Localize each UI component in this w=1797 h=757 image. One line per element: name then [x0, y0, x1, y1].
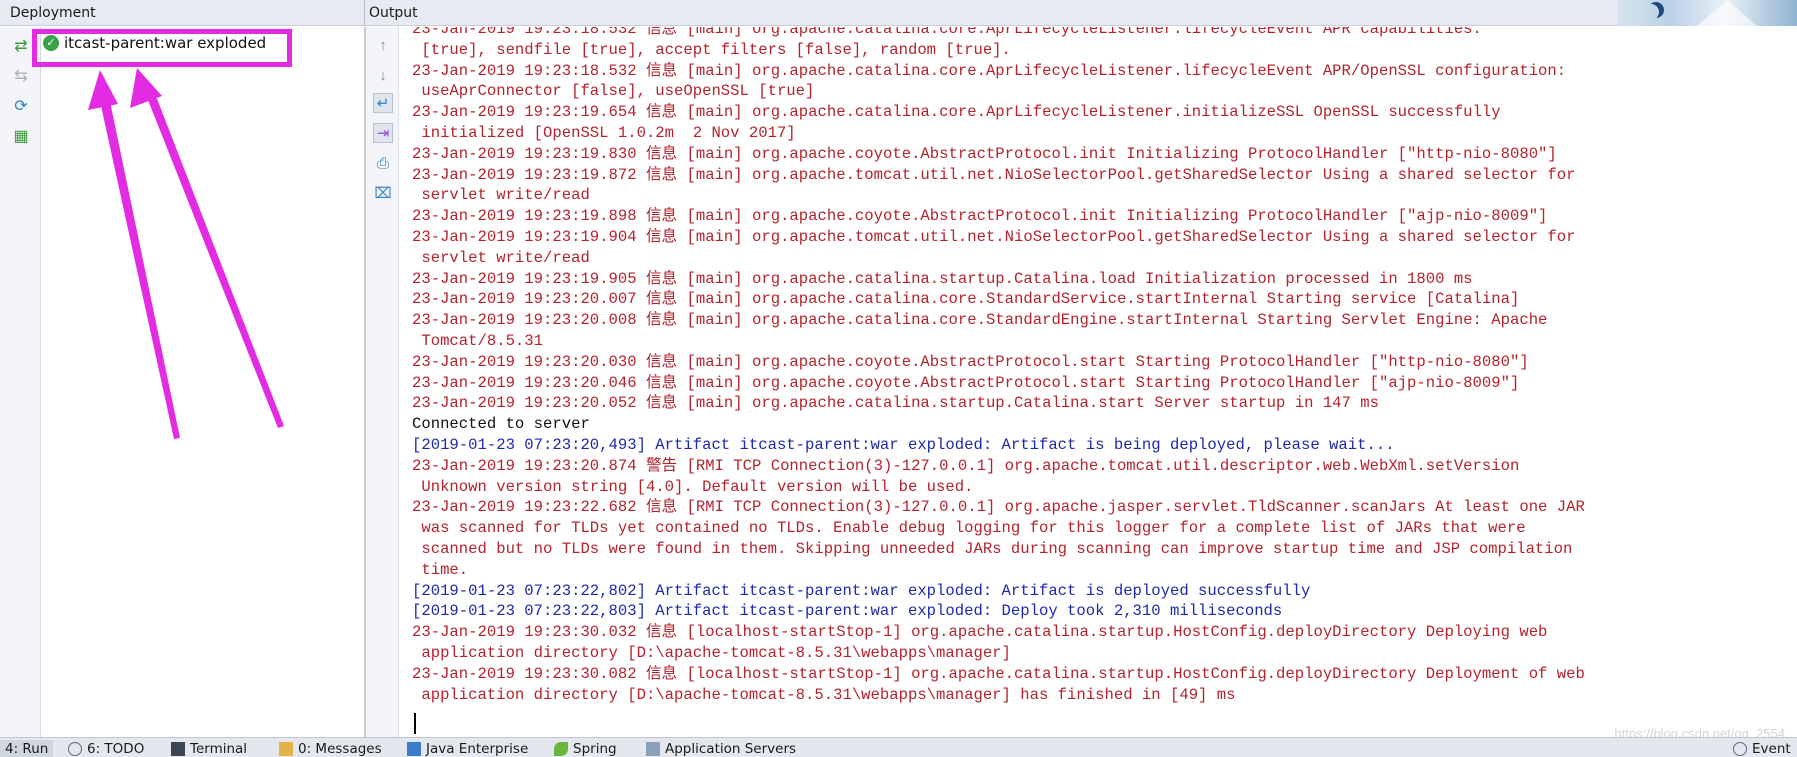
soft-wrap-icon[interactable]: ↵ [373, 93, 393, 113]
console-line: 23-Jan-2019 19:23:20.046 信息 [main] org.a… [412, 373, 1520, 392]
console-line: 23-Jan-2019 19:23:20.030 信息 [main] org.a… [412, 352, 1529, 371]
console-line: [2019-01-23 07:23:22,802] Artifact itcas… [412, 581, 1311, 600]
todo-icon [68, 741, 82, 756]
console-line: servlet write/read [412, 186, 590, 205]
deployment-toolbar: ⇄ ⇆ ⟳ ▦ [0, 27, 41, 737]
console-line: 23-Jan-2019 19:23:22.682 信息 [RMI TCP Con… [412, 498, 1585, 517]
annotation-highlight-box [32, 29, 292, 67]
print-icon[interactable]: ⎙ [373, 153, 393, 173]
console-line: 23-Jan-2019 19:23:30.032 信息 [localhost-s… [412, 623, 1548, 642]
tab-java-enterprise[interactable]: Java Enterprise [407, 740, 528, 757]
java-enterprise-tab-label: Java Enterprise [426, 740, 529, 757]
tab-terminal[interactable]: Terminal [171, 740, 247, 757]
console-line: initialized [OpenSSL 1.0.2m 2 Nov 2017] [412, 123, 796, 142]
console-line: application directory [D:\apache-tomcat-… [412, 685, 1236, 704]
messages-tab-label: 0: Messages [298, 740, 382, 757]
deployment-list [42, 27, 364, 737]
application-servers-icon [646, 741, 660, 756]
console-line: 23-Jan-2019 19:23:19.898 信息 [main] org.a… [412, 207, 1548, 226]
tab-spring[interactable]: Spring [554, 740, 617, 757]
output-console[interactable]: 23-Jan-2019 19:23:18.532 信息 [main] org.a… [400, 27, 1797, 737]
console-line: 23-Jan-2019 19:23:19.872 信息 [main] org.a… [412, 165, 1576, 184]
output-title: Output [369, 5, 418, 21]
console-lines: 23-Jan-2019 19:23:18.532 信息 [main] org.a… [412, 27, 1797, 705]
console-line: 23-Jan-2019 19:23:18.532 信息 [main] org.a… [412, 61, 1567, 80]
console-line: [true], sendfile [true], accept filters … [412, 40, 1011, 59]
scroll-up-icon[interactable]: ↑ [373, 35, 393, 55]
tab-application-servers[interactable]: Application Servers [646, 740, 796, 757]
tab-messages[interactable]: 0: Messages [279, 740, 382, 757]
run-tab-label: 4: Run [5, 740, 49, 757]
deploy-all-icon[interactable]: ⇄ [11, 37, 31, 57]
crystal-icon [1697, 0, 1757, 26]
console-line: servlet write/read [412, 248, 590, 267]
scroll-to-end-icon[interactable]: ⇥ [373, 123, 393, 143]
console-line: 23-Jan-2019 19:23:20.052 信息 [main] org.a… [412, 394, 1379, 413]
console-line: 23-Jan-2019 19:23:20.874 警告 [RMI TCP Con… [412, 456, 1520, 475]
tab-todo[interactable]: 6: TODO [68, 740, 144, 757]
decorative-logo-image [1617, 0, 1797, 26]
console-line: Connected to server [412, 415, 590, 434]
console-line: 23-Jan-2019 19:23:19.905 信息 [main] org.a… [412, 269, 1473, 288]
scroll-down-icon[interactable]: ↓ [373, 65, 393, 85]
console-line: 23-Jan-2019 19:23:19.904 信息 [main] org.a… [412, 227, 1576, 246]
console-line: 23-Jan-2019 19:23:30.082 信息 [localhost-s… [412, 664, 1585, 683]
event-log-icon [1733, 741, 1747, 756]
todo-tab-label: 6: TODO [87, 740, 145, 757]
undeploy-icon[interactable]: ⇆ [11, 67, 31, 87]
terminal-icon [171, 741, 185, 756]
deployment-title: Deployment [10, 5, 96, 21]
console-line: Tomcat/8.5.31 [412, 331, 544, 350]
tool-window-bar: 4: Run 6: TODO Terminal 0: Messages Java… [0, 737, 1797, 757]
text-caret [414, 713, 416, 734]
console-line: useAprConnector [false], useOpenSSL [tru… [412, 82, 815, 101]
java-enterprise-icon [407, 741, 421, 756]
event-log-tab-label: Event [1752, 740, 1791, 757]
console-line: 23-Jan-2019 19:23:19.830 信息 [main] org.a… [412, 144, 1557, 163]
moon-icon [1643, 4, 1659, 20]
console-line: [2019-01-23 07:23:20,493] Artifact itcas… [412, 435, 1395, 454]
console-line: 23-Jan-2019 19:23:20.008 信息 [main] org.a… [412, 311, 1548, 330]
console-line: 23-Jan-2019 19:23:20.007 信息 [main] org.a… [412, 290, 1520, 309]
console-line: [2019-01-23 07:23:22,803] Artifact itcas… [412, 602, 1283, 621]
console-line: 23-Jan-2019 19:23:18.532 信息 [main] org.a… [412, 27, 1482, 38]
console-line: 23-Jan-2019 19:23:19.654 信息 [main] org.a… [412, 103, 1501, 122]
header-divider [364, 0, 365, 26]
tab-run[interactable]: 4: Run [0, 740, 54, 757]
console-line: scanned but no TLDs were found in them. … [412, 539, 1573, 558]
console-line: time. [412, 560, 469, 579]
console-line: application directory [D:\apache-tomcat-… [412, 643, 1011, 662]
deploy-settings-icon[interactable]: ▦ [11, 127, 31, 147]
spring-tab-label: Spring [573, 740, 617, 757]
messages-icon [279, 741, 293, 756]
tab-event-log[interactable]: Event [1733, 740, 1791, 757]
console-line: Unknown version string [4.0]. Default ve… [412, 477, 974, 496]
spring-leaf-icon [554, 741, 568, 756]
output-toolbar: ↑ ↓ ↵ ⇥ ⎙ ⌧ [366, 27, 399, 737]
watermark: https://blog.csdn.net/qq_2554 [1614, 726, 1785, 737]
terminal-tab-label: Terminal [190, 740, 248, 757]
tool-window-header: Deployment Output [0, 0, 1797, 26]
refresh-icon[interactable]: ⟳ [11, 97, 31, 117]
console-line: was scanned for TLDs yet contained no TL… [412, 519, 1526, 538]
application-servers-tab-label: Application Servers [665, 740, 797, 757]
clear-all-icon[interactable]: ⌧ [373, 183, 393, 203]
